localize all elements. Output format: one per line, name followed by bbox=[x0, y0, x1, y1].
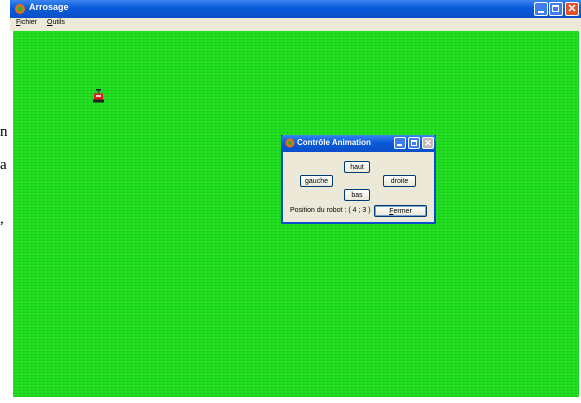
close-button[interactable]: ✕ bbox=[565, 2, 579, 16]
dialog-titlebar[interactable]: Contrôle Animation ✕ bbox=[281, 135, 436, 152]
up-button[interactable]: haut bbox=[344, 161, 370, 173]
close-dialog-button[interactable]: Fermer bbox=[374, 205, 427, 217]
minimize-icon bbox=[538, 11, 544, 13]
close-icon: ✕ bbox=[424, 138, 432, 148]
dialog-minimize-button[interactable] bbox=[394, 137, 406, 149]
left-button[interactable]: gauche bbox=[300, 175, 333, 187]
maximize-icon bbox=[552, 5, 559, 12]
animation-control-dialog: Contrôle Animation ✕ haut gauche droite … bbox=[281, 135, 436, 224]
close-label: ermer bbox=[393, 208, 412, 215]
menu-fichier[interactable]: Fichier bbox=[16, 19, 37, 26]
dialog-title: Contrôle Animation bbox=[297, 138, 371, 147]
page-text-fragment: a bbox=[0, 157, 7, 173]
menu-label: utils bbox=[52, 19, 65, 26]
main-titlebar[interactable]: Arrosage ✕ bbox=[10, 0, 581, 18]
app-icon bbox=[15, 4, 25, 14]
robot-icon bbox=[93, 89, 104, 103]
maximize-button[interactable] bbox=[549, 2, 563, 16]
minimize-icon bbox=[397, 144, 402, 146]
right-button[interactable]: droite bbox=[383, 175, 416, 187]
menu-outils[interactable]: Outils bbox=[47, 19, 65, 26]
minimize-button[interactable] bbox=[534, 2, 548, 16]
page-text-fragment: , bbox=[0, 211, 4, 227]
garden-field[interactable]: Contrôle Animation ✕ haut gauche droite … bbox=[13, 31, 579, 397]
app-icon bbox=[285, 138, 295, 148]
page-text-fragment: n bbox=[0, 124, 8, 140]
dialog-maximize-button[interactable] bbox=[408, 137, 420, 149]
close-icon: ✕ bbox=[567, 3, 577, 15]
window-title: Arrosage bbox=[29, 2, 69, 12]
down-button[interactable]: bas bbox=[344, 189, 370, 201]
robot-position-label: Position du robot : ( 4 ; 3 ) bbox=[290, 207, 371, 214]
maximize-icon bbox=[411, 140, 417, 146]
menu-bar: Fichier Outils bbox=[10, 18, 581, 31]
dialog-close-button[interactable]: ✕ bbox=[422, 137, 434, 149]
menu-label: ichier bbox=[20, 19, 38, 26]
main-window: Arrosage ✕ Fichier Outils Contrôle Anima… bbox=[10, 0, 581, 397]
